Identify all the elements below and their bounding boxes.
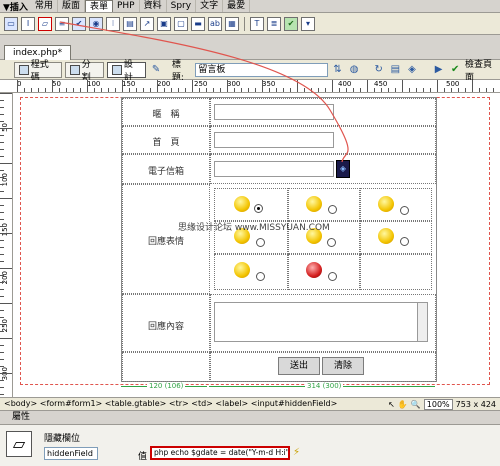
annotation-curve [59, 21, 349, 163]
status-bar-right: ↖ ✋ 🔍 100% 753 x 424 [388, 398, 496, 410]
hand-tool-icon[interactable]: ✋ [398, 400, 408, 409]
properties-header[interactable]: 屬性 [0, 411, 500, 425]
hidden-field-type-label: 隱藏欄位 [44, 434, 81, 444]
hidden-field-name-input[interactable]: hiddenField [44, 447, 98, 460]
properties-panel: ▱ 隱藏欄位 hiddenField 值 php echo $gdate = d… [0, 425, 500, 466]
hidden-field-type-icon: ▱ [6, 431, 32, 457]
properties-title: 屬性 [12, 412, 31, 422]
zoom-select[interactable]: 100% [423, 398, 453, 410]
select-tool-icon[interactable]: ↖ [388, 400, 395, 409]
window-size[interactable]: 753 x 424 [456, 400, 496, 409]
zoom-tool-icon[interactable]: 🔍 [411, 400, 421, 409]
hidden-field-value-input[interactable]: php echo $gdate = date("Y-m-d H:i"); ?> [150, 446, 290, 460]
value-label: 值 [138, 452, 148, 462]
dynamic-data-icon[interactable]: ⚡ [293, 447, 300, 458]
